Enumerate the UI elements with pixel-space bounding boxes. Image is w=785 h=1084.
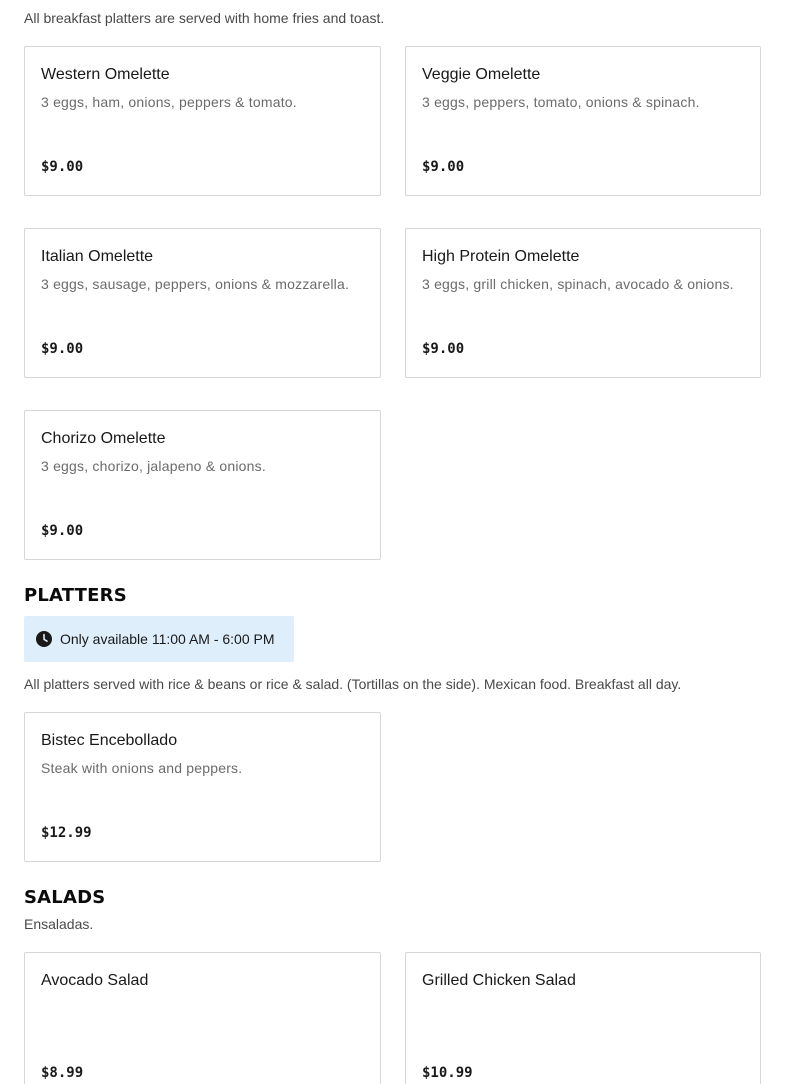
salads-section-description: Ensaladas. — [24, 916, 94, 932]
menu-item-price: $10.99 — [422, 1065, 473, 1081]
menu-item-card-bistec-encebollado[interactable]: Bistec Encebollado Steak with onions and… — [24, 712, 381, 862]
menu-item-price: $9.00 — [41, 159, 84, 175]
menu-item-description: Steak with onions and peppers. — [41, 760, 243, 776]
menu-item-price: $9.00 — [422, 341, 465, 357]
menu-item-price: $8.99 — [41, 1065, 84, 1081]
clock-icon — [36, 631, 52, 647]
menu-item-card-high-protein-omelette[interactable]: High Protein Omelette 3 eggs, grill chic… — [405, 228, 761, 378]
menu-item-description: 3 eggs, ham, onions, peppers & tomato. — [41, 94, 297, 110]
menu-item-description: 3 eggs, chorizo, jalapeno & onions. — [41, 458, 266, 474]
menu-item-name: Bistec Encebollado — [41, 732, 178, 749]
menu-item-name: Grilled Chicken Salad — [422, 972, 576, 989]
menu-page: All breakfast platters are served with h… — [0, 0, 785, 1084]
menu-item-card-western-omelette[interactable]: Western Omelette 3 eggs, ham, onions, pe… — [24, 46, 381, 196]
menu-item-name: Western Omelette — [41, 66, 170, 83]
availability-text: Only available 11:00 AM - 6:00 PM — [60, 631, 275, 647]
menu-item-card-veggie-omelette[interactable]: Veggie Omelette 3 eggs, peppers, tomato,… — [405, 46, 761, 196]
menu-item-card-italian-omelette[interactable]: Italian Omelette 3 eggs, sausage, pepper… — [24, 228, 381, 378]
menu-item-name: Chorizo Omelette — [41, 430, 166, 447]
menu-item-price: $9.00 — [422, 159, 465, 175]
menu-item-card-chorizo-omelette[interactable]: Chorizo Omelette 3 eggs, chorizo, jalape… — [24, 410, 381, 560]
salads-section-title: SALADS — [24, 887, 106, 908]
menu-item-description: 3 eggs, grill chicken, spinach, avocado … — [422, 276, 734, 292]
breakfast-section-description: All breakfast platters are served with h… — [24, 10, 385, 26]
menu-item-price: $9.00 — [41, 341, 84, 357]
menu-item-name: High Protein Omelette — [422, 248, 580, 265]
availability-badge: Only available 11:00 AM - 6:00 PM — [24, 616, 294, 662]
menu-item-card-grilled-chicken-salad[interactable]: Grilled Chicken Salad $10.99 — [405, 952, 761, 1084]
menu-item-card-avocado-salad[interactable]: Avocado Salad $8.99 — [24, 952, 381, 1084]
platters-section-title: PLATTERS — [24, 585, 127, 606]
menu-item-name: Avocado Salad — [41, 972, 149, 989]
menu-item-price: $9.00 — [41, 523, 84, 539]
platters-section-description: All platters served with rice & beans or… — [24, 676, 682, 692]
menu-item-name: Veggie Omelette — [422, 66, 541, 83]
menu-item-name: Italian Omelette — [41, 248, 154, 265]
menu-item-price: $12.99 — [41, 825, 92, 841]
menu-item-description: 3 eggs, sausage, peppers, onions & mozza… — [41, 276, 350, 292]
menu-item-description: 3 eggs, peppers, tomato, onions & spinac… — [422, 94, 700, 110]
